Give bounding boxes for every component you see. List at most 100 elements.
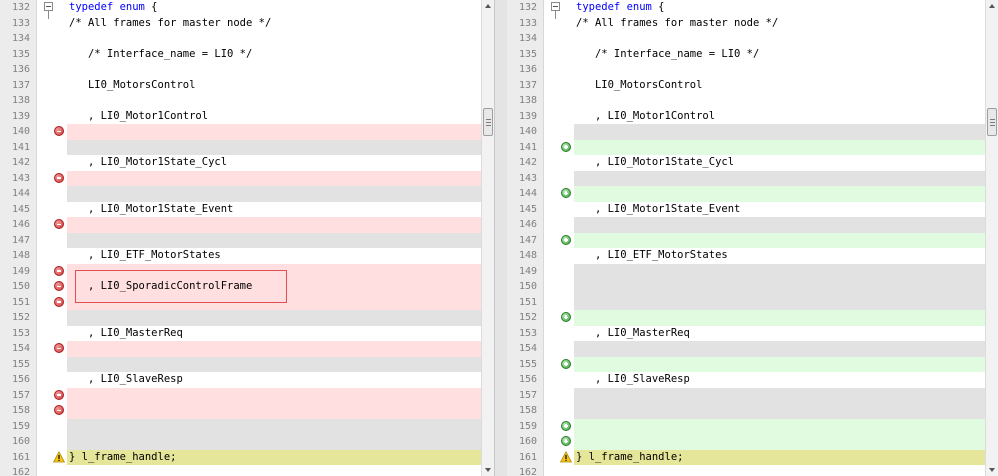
code-line: 148 , LI0_ETF_MotorStates [507, 248, 985, 264]
line-background [574, 356, 985, 372]
plus-circle-icon[interactable] [561, 234, 571, 245]
code-line: 145 , LI0_Motor1State_Event [507, 202, 985, 218]
minus-circle-icon[interactable] [54, 343, 64, 353]
code-line: 143 [507, 170, 985, 186]
line-number: 138 [11, 95, 30, 106]
code-text: , LI0_Motor1State_Cycl [576, 156, 735, 168]
plus-circle-icon[interactable] [561, 436, 571, 446]
plus-circle-icon[interactable] [561, 312, 571, 322]
line-number: 150 [518, 281, 537, 292]
line-number: 155 [518, 358, 537, 370]
scroll-thumb[interactable] [987, 108, 997, 136]
line-background [574, 294, 985, 310]
left-diff-pane[interactable]: 132 typedef enum {133 /* All frames for ma… [0, 0, 481, 476]
line-number: 162 [11, 467, 30, 476]
code-line: 151 [507, 294, 985, 310]
line-number: 148 [518, 250, 537, 261]
code-line: 138 [507, 93, 985, 109]
scroll-up-arrow-icon[interactable] [485, 4, 491, 8]
line-number: 153 [11, 327, 30, 339]
line-number: 160 [11, 436, 30, 447]
code-line: 135 /* Interface_name = LI0 */ [0, 47, 481, 63]
minus-circle-icon[interactable] [54, 405, 64, 415]
code-line: 155 [0, 356, 481, 372]
scroll-down-arrow-icon[interactable] [989, 468, 995, 472]
line-number: 149 [11, 265, 30, 277]
scroll-down-arrow-icon[interactable] [485, 468, 491, 472]
minus-circle-icon[interactable] [54, 296, 64, 307]
line-number: 133 [518, 17, 537, 29]
code-text: LI0_MotorsControl [576, 78, 703, 91]
line-number: 135 [11, 48, 30, 60]
line-number: 139 [11, 110, 30, 122]
code-line: 134 [0, 31, 481, 47]
code-line: 160 [507, 434, 985, 450]
code-line: 148 , LI0_ETF_MotorStates [0, 248, 481, 264]
warning-triangle-icon[interactable] [53, 450, 65, 463]
line-background [67, 93, 481, 109]
minus-circle-icon[interactable] [54, 172, 64, 183]
line-background [574, 418, 985, 434]
line-number: 148 [11, 250, 30, 261]
code-text: /* All frames for master node */ [576, 16, 779, 29]
line-number: 161 [518, 451, 537, 463]
code-line: 161} l_frame_handle; [507, 449, 985, 465]
code-text: , LI0_SlaveResp [576, 373, 690, 385]
minus-circle-icon[interactable] [54, 265, 64, 276]
plus-circle-icon[interactable] [561, 358, 571, 369]
line-number: 143 [11, 172, 30, 184]
code-line: 157 [0, 387, 481, 403]
line-background [574, 217, 985, 233]
line-background [67, 403, 481, 419]
line-number: 144 [518, 188, 537, 199]
code-text: /* Interface_name = LI0 */ [69, 47, 253, 60]
line-number: 151 [518, 296, 537, 308]
code-line: 138 [0, 93, 481, 109]
right-vertical-scrollbar[interactable] [985, 0, 998, 476]
line-number: 132 [518, 2, 537, 13]
line-background [67, 139, 481, 155]
code-line: 139 , LI0_Motor1Control [507, 109, 985, 125]
code-text: , LI0_Motor1Control [69, 109, 209, 122]
line-number: 150 [11, 281, 30, 292]
code-line: 135 /* Interface_name = LI0 */ [507, 47, 985, 63]
left-vertical-scrollbar[interactable] [481, 0, 495, 476]
fold-collapse-icon[interactable] [44, 2, 53, 11]
code-text: , LI0_SlaveResp [69, 373, 183, 385]
code-line: 134 [507, 31, 985, 47]
code-line: 145 , LI0_Motor1State_Event [0, 202, 481, 218]
line-number: 154 [11, 343, 30, 354]
line-background [574, 124, 985, 140]
code-line: 132 typedef enum { [0, 0, 481, 19]
line-background [574, 279, 985, 295]
code-text: LI0_MotorsControl [69, 78, 196, 91]
scroll-up-arrow-icon[interactable] [989, 4, 995, 8]
code-line: 142 , LI0_Motor1State_Cycl [507, 155, 985, 171]
line-number: 146 [11, 219, 30, 230]
scroll-thumb[interactable] [483, 108, 493, 136]
minus-circle-icon[interactable] [54, 389, 64, 400]
code-text: /* All frames for master node */ [69, 16, 272, 29]
code-text: , LI0_MasterReq [576, 326, 690, 339]
minus-circle-icon[interactable] [54, 219, 64, 229]
line-background [574, 387, 985, 403]
plus-circle-icon[interactable] [561, 188, 571, 198]
warning-triangle-icon[interactable] [560, 450, 572, 463]
code-text: typedef enum { [576, 1, 665, 13]
line-number: 132 [11, 2, 30, 13]
code-line: 140 [0, 124, 481, 140]
code-line: 156 , LI0_SlaveResp [0, 372, 481, 388]
fold-collapse-icon[interactable] [551, 2, 560, 11]
line-number: 144 [11, 188, 30, 199]
line-number: 145 [11, 203, 30, 215]
line-number: 141 [11, 141, 30, 153]
code-line: 141 [0, 139, 481, 155]
minus-circle-icon[interactable] [54, 281, 64, 291]
plus-circle-icon[interactable] [561, 420, 571, 431]
highlight-box [75, 270, 287, 303]
minus-circle-icon[interactable] [54, 126, 64, 136]
right-diff-pane[interactable]: 132 typedef enum { 133 /* All frames for ma… [507, 0, 985, 476]
line-background [67, 217, 481, 233]
line-number: 152 [11, 312, 30, 323]
plus-circle-icon[interactable] [561, 141, 571, 152]
